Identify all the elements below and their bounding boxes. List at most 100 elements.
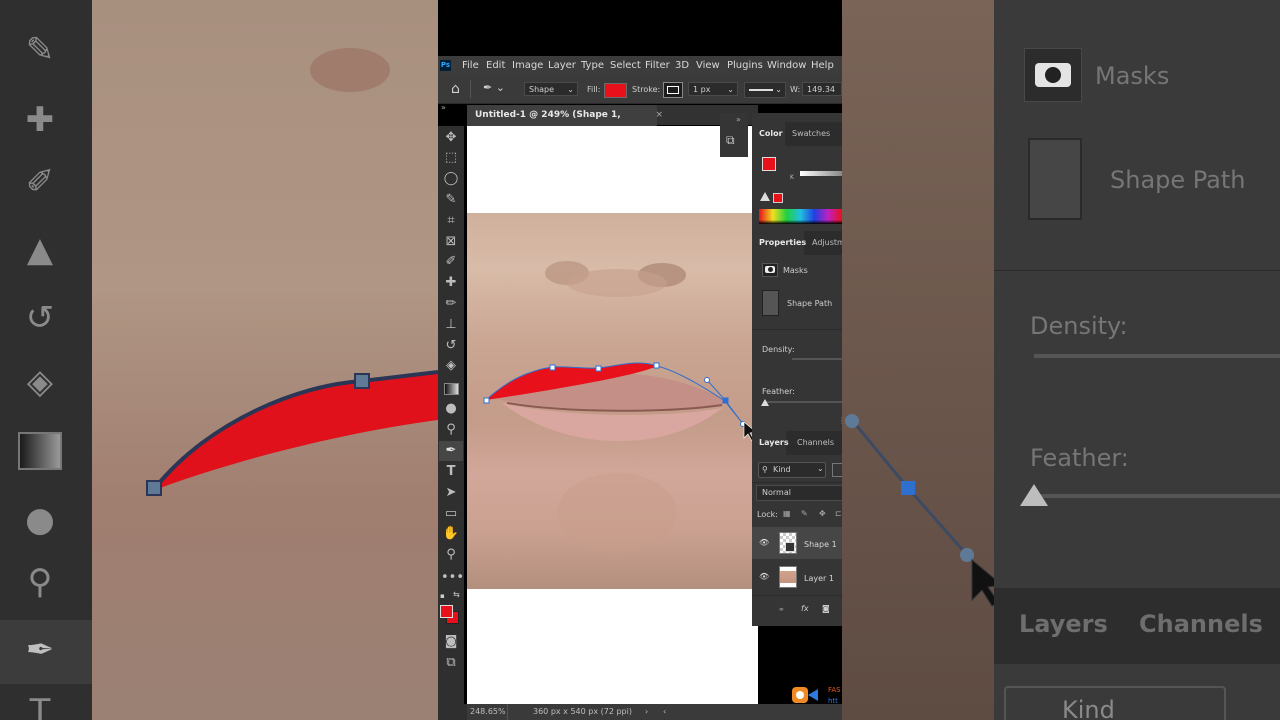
quick-mask-icon[interactable]: ◙ (441, 632, 461, 652)
blur-tool-icon[interactable]: ● (441, 399, 461, 419)
bg-density-label: Density: (1030, 312, 1128, 340)
tab-adjustments[interactable]: Adjustm (812, 238, 842, 247)
zoom-tool-icon[interactable]: ⚲ (441, 545, 461, 565)
frame-tool-icon[interactable]: ⊠ (441, 232, 461, 252)
visibility-eye-icon[interactable]: 👁 (759, 572, 769, 581)
chevron-left-icon[interactable]: ‹ (663, 704, 666, 720)
bg-channels-tab: Channels (1139, 610, 1263, 638)
visibility-eye-icon[interactable]: 👁 (759, 538, 769, 547)
menu-help[interactable]: Help (811, 60, 834, 71)
collapse-toolbar-icon[interactable]: » (441, 103, 446, 112)
feather-slider-handle[interactable] (761, 399, 769, 406)
home-icon[interactable]: ⌂ (451, 81, 467, 97)
link-layers-icon[interactable]: ⚭ (778, 605, 785, 614)
watermark-text: FAS (828, 686, 841, 694)
menu-select[interactable]: Select (610, 60, 641, 71)
canvas-area[interactable] (467, 126, 758, 704)
lock-artboard-icon[interactable]: ⊏ (835, 509, 842, 518)
blend-mode-select[interactable]: Normal (756, 485, 842, 501)
photoshop-window: Ps File Edit Image Layer Type Select Fil… (438, 0, 842, 720)
layer-style-button[interactable]: fx (801, 604, 809, 613)
toolbar-footer (438, 704, 467, 720)
stroke-size-field[interactable]: 1 px ⌄ (688, 82, 738, 96)
close-icon[interactable]: × (655, 105, 663, 126)
type-tool-icon[interactable]: T (441, 462, 461, 482)
history-panel-icon[interactable]: ⧉ (726, 133, 735, 148)
expand-panels-icon[interactable]: » (736, 115, 741, 124)
rectangle-tool-icon[interactable]: ▭ (441, 504, 461, 524)
lock-move-icon[interactable]: ✥ (819, 509, 826, 518)
eraser-tool-icon[interactable]: ◈ (441, 356, 461, 376)
healing-brush-tool-icon[interactable]: ✚ (441, 273, 461, 293)
filter-image-icon[interactable] (832, 463, 842, 477)
default-colors-icon[interactable]: ▪ (440, 592, 445, 600)
foreground-color-swatch[interactable] (440, 605, 453, 618)
hand-tool-icon[interactable]: ✋ (441, 524, 461, 544)
lasso-tool-icon[interactable]: ◯ (441, 169, 461, 189)
move-tool-icon[interactable]: ✥ (441, 128, 461, 148)
tab-layers[interactable]: Layers (759, 438, 789, 447)
pen-tool-icon[interactable]: ✒ (441, 441, 461, 461)
feather-label: Feather: (762, 387, 795, 396)
pen-tool-preset-icon[interactable]: ✒ ⌄ (483, 81, 505, 94)
menu-image[interactable]: Image (512, 60, 543, 71)
menu-view[interactable]: View (696, 60, 720, 71)
add-mask-icon[interactable]: ◙ (822, 604, 830, 613)
path-selection-tool-icon[interactable]: ➤ (441, 483, 461, 503)
more-options-icon[interactable]: ⋮ (838, 416, 842, 425)
tool-mode-select[interactable]: Shape ⌄ (524, 82, 578, 96)
tab-color[interactable]: Color (759, 129, 783, 138)
layer-row-shape-1[interactable]: 👁 Shape 1 (752, 527, 842, 559)
menu-layer[interactable]: Layer (548, 60, 576, 71)
more-tools-icon[interactable]: ••• (441, 568, 464, 588)
document-tab[interactable]: Untitled-1 @ 249% (Shape 1, RGB/8#) * × (467, 105, 663, 141)
stamp-tool-icon[interactable]: ⊥ (441, 315, 461, 335)
marquee-tool-icon[interactable]: ⬚ (441, 148, 461, 168)
gamut-swatch[interactable] (773, 193, 783, 203)
status-menu-arrow-icon[interactable]: › (645, 704, 648, 720)
swap-colors-icon[interactable]: ⇆ (453, 590, 460, 599)
blend-mode-value: Normal (762, 488, 791, 497)
eyedropper-tool-icon[interactable]: ✐ (441, 252, 461, 272)
lock-pixels-icon[interactable]: ▦ (783, 509, 791, 518)
menu-plugins[interactable]: Plugins (727, 60, 763, 71)
quick-select-tool-icon[interactable]: ✎ (441, 190, 461, 210)
layer-filter-select[interactable]: ⚲ Kind ⌄ (758, 462, 826, 478)
menu-filter[interactable]: Filter (645, 60, 670, 71)
k-slider[interactable] (800, 171, 842, 176)
tab-channels[interactable]: Channels (797, 438, 834, 447)
menu-window[interactable]: Window (767, 60, 806, 71)
screen-mode-icon[interactable]: ⧉ (441, 653, 461, 673)
stroke-swatch[interactable] (663, 82, 683, 98)
brush-tool-icon[interactable]: ✏ (441, 294, 461, 314)
blurred-mask-thumb (1024, 48, 1082, 102)
stroke-size-value: 1 px (693, 85, 711, 94)
menu-file[interactable]: File (462, 60, 479, 71)
tab-swatches[interactable]: Swatches (792, 129, 830, 138)
history-brush-tool-icon[interactable]: ↺ (441, 336, 461, 356)
menu-3d[interactable]: 3D (675, 60, 689, 71)
dodge-tool-icon[interactable]: ⚲ (441, 420, 461, 440)
bg-feather-handle (1020, 484, 1048, 506)
feather-slider[interactable] (764, 401, 842, 403)
menu-edit[interactable]: Edit (486, 60, 505, 71)
blurred-path-thumb (1028, 138, 1082, 220)
bg-feather-label: Feather: (1030, 444, 1129, 472)
lock-brush-icon[interactable]: ✎ (801, 509, 808, 518)
zoom-level[interactable]: 248.65% (470, 704, 506, 720)
width-field[interactable]: 149.34 (802, 82, 842, 96)
fill-swatch[interactable] (604, 83, 627, 98)
tab-properties[interactable]: Properties (759, 238, 806, 247)
menu-type[interactable]: Type (581, 60, 604, 71)
width-value: 149.34 (807, 85, 835, 94)
crop-tool-icon[interactable]: ⌗ (441, 211, 461, 231)
layer-row-layer-1[interactable]: 👁 Layer 1 (752, 561, 842, 593)
stamp-icon: ▲ (26, 230, 54, 270)
anchor-point (483, 397, 490, 404)
options-bar: ⌂ ✒ ⌄ Shape ⌄ Fill: Stroke: 1 px ⌄ ⌄ W: … (438, 76, 842, 104)
density-slider[interactable] (792, 358, 842, 360)
color-foreground-swatch[interactable] (762, 157, 776, 171)
spectrum-bar[interactable] (759, 209, 842, 224)
stroke-type-select[interactable]: ⌄ (744, 82, 786, 98)
gradient-tool-icon[interactable] (444, 383, 459, 395)
